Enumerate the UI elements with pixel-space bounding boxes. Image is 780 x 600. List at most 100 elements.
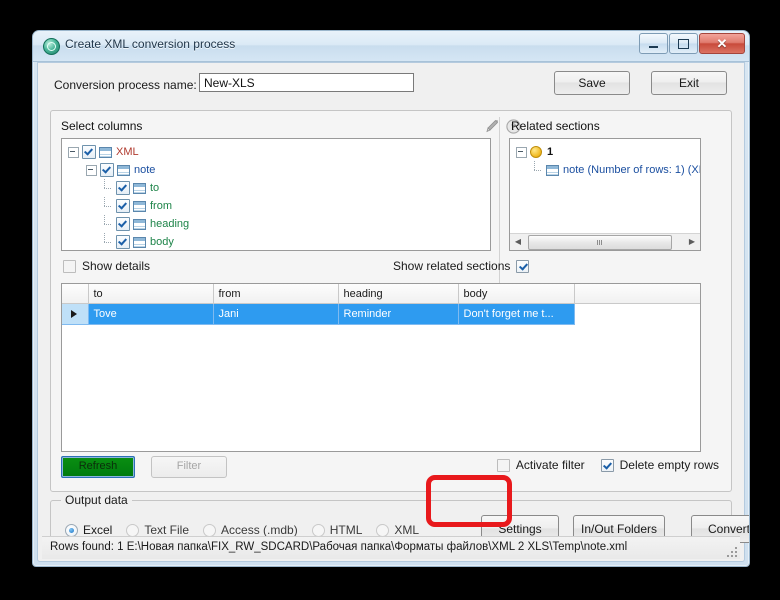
main-group-panel: Select columns ? Related sections XML no… (50, 110, 732, 492)
related-sections-pane[interactable]: 1 note (Number of rows: 1) (XML L ◀ ▶ (509, 138, 701, 251)
show-related-row[interactable]: Show related sections (393, 259, 530, 273)
maximize-button[interactable] (669, 33, 698, 54)
cell-filler (574, 303, 700, 325)
expander-icon[interactable] (86, 164, 97, 176)
column-header-to[interactable]: to (88, 284, 214, 304)
tree-item-heading[interactable]: heading (62, 214, 490, 233)
output-format-radios: Excel Text File Access (.mdb) HTML XML (65, 523, 419, 537)
radio-access[interactable]: Access (.mdb) (203, 523, 298, 537)
data-grid[interactable]: to from heading body Tove Jani Reminder … (61, 283, 701, 452)
delete-empty-rows-checkbox[interactable] (600, 458, 614, 472)
tree-item-label: heading (150, 217, 190, 230)
tree-checkbox[interactable] (116, 181, 130, 195)
cell-heading[interactable]: Reminder (338, 303, 459, 325)
show-details-row[interactable]: Show details (63, 259, 150, 273)
radio-text-file-label: Text File (144, 523, 190, 537)
tree-item-label: note (134, 163, 156, 176)
radio-access-label: Access (.mdb) (221, 523, 298, 537)
related-root-item[interactable]: 1 (510, 139, 700, 161)
radio-xml-indicator[interactable] (376, 523, 390, 537)
application-window: Create XML conversion process ✕ Conversi… (32, 30, 750, 567)
radio-html-indicator[interactable] (311, 523, 325, 537)
wand-icon[interactable] (483, 118, 500, 135)
window-controls: ✕ (638, 33, 745, 54)
table-icon (133, 236, 146, 248)
window-client-area: Conversion process name: Save Exit Selec… (37, 62, 749, 562)
grid-action-bar: Refresh Filter Activate filter Delete em… (61, 456, 721, 480)
tree-checkbox[interactable] (116, 217, 130, 231)
activate-filter-checkbox[interactable] (496, 458, 510, 472)
horizontal-scrollbar[interactable]: ◀ ▶ (510, 233, 700, 250)
tree-connector (534, 160, 543, 175)
row-selector-cell[interactable] (62, 303, 89, 325)
scroll-right-icon[interactable]: ▶ (684, 234, 700, 249)
table-icon (546, 164, 559, 176)
table-icon (117, 164, 130, 176)
close-button[interactable]: ✕ (699, 33, 745, 54)
tree-item-from[interactable]: from (62, 196, 490, 215)
radio-text-file[interactable]: Text File (126, 523, 189, 537)
table-row[interactable]: Tove Jani Reminder Don't forget me t... (62, 303, 700, 325)
title-bar[interactable]: Create XML conversion process ✕ (33, 31, 749, 62)
tree-checkbox[interactable] (82, 145, 96, 159)
related-child-item[interactable]: note (Number of rows: 1) (XML L (510, 160, 700, 179)
columns-tree[interactable]: XML note to from heading body (62, 139, 490, 250)
output-data-title: Output data (61, 493, 132, 507)
grid-filter-options: Activate filter Delete empty rows (496, 458, 719, 472)
filter-button: Filter (151, 456, 227, 478)
scrollbar-thumb[interactable] (528, 235, 672, 250)
expander-icon[interactable] (68, 146, 79, 158)
cell-body[interactable]: Don't forget me t... (458, 303, 575, 325)
radio-excel[interactable]: Excel (65, 523, 112, 537)
table-icon (99, 146, 112, 158)
window-title: Create XML conversion process (65, 37, 236, 51)
section-bullet-icon (530, 146, 542, 158)
refresh-button[interactable]: Refresh (61, 456, 135, 478)
tree-item-note[interactable]: note (62, 161, 490, 179)
tree-connector (104, 214, 113, 229)
close-icon: ✕ (716, 36, 728, 51)
resize-grip-icon[interactable] (725, 545, 737, 557)
tree-connector (104, 178, 113, 193)
delete-empty-rows-row[interactable]: Delete empty rows (600, 458, 719, 472)
tree-checkbox[interactable] (100, 163, 114, 177)
show-details-label: Show details (82, 259, 151, 273)
activate-filter-row[interactable]: Activate filter (496, 458, 585, 472)
column-header-body[interactable]: body (458, 284, 575, 304)
radio-html[interactable]: HTML (311, 523, 362, 537)
exit-button[interactable]: Exit (651, 71, 727, 95)
cell-to[interactable]: Tove (88, 303, 214, 325)
tree-item-to[interactable]: to (62, 178, 490, 197)
expander-icon[interactable] (516, 146, 527, 158)
radio-text-file-indicator[interactable] (126, 523, 140, 537)
tree-item-xml[interactable]: XML (62, 139, 490, 161)
current-row-arrow-icon (71, 310, 77, 318)
save-button[interactable]: Save (554, 71, 630, 95)
tree-checkbox[interactable] (116, 235, 130, 249)
table-icon (133, 200, 146, 212)
tree-item-label: to (150, 181, 160, 194)
show-related-checkbox[interactable] (516, 259, 530, 273)
data-grid-header-row: to from heading body (62, 284, 700, 304)
app-circle-icon (43, 38, 60, 55)
column-header-heading[interactable]: heading (338, 284, 459, 304)
tree-checkbox[interactable] (116, 199, 130, 213)
scroll-left-icon[interactable]: ◀ (510, 234, 526, 249)
radio-excel-indicator[interactable] (65, 523, 78, 537)
select-columns-title: Select columns (61, 119, 143, 133)
show-related-label: Show related sections (393, 259, 511, 273)
data-grid-table: to from heading body Tove Jani Reminder … (62, 284, 700, 325)
radio-access-indicator[interactable] (203, 523, 217, 537)
radio-xml[interactable]: XML (376, 523, 419, 537)
minimize-button[interactable] (639, 33, 668, 54)
status-bar: Rows found: 1 E:\Новая папка\FIX_RW_SDCA… (42, 536, 740, 559)
radio-xml-label: XML (394, 523, 420, 537)
related-root-label: 1 (547, 145, 554, 158)
cell-from[interactable]: Jani (213, 303, 339, 325)
show-details-checkbox[interactable] (63, 259, 76, 273)
tree-item-body[interactable]: body (62, 232, 490, 250)
grid-options-row: Show details Show related sections (61, 257, 721, 277)
column-header-from[interactable]: from (213, 284, 339, 304)
conversion-name-input[interactable] (199, 73, 414, 92)
columns-tree-pane[interactable]: XML note to from heading body (61, 138, 491, 251)
